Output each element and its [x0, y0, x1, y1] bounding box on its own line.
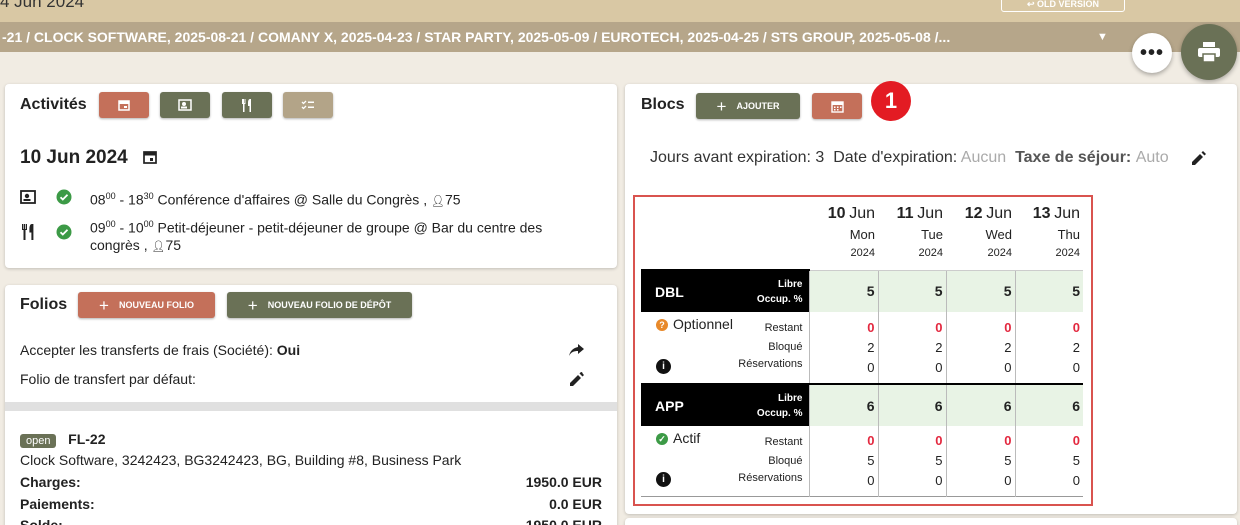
- room-status: Optionnel: [673, 316, 733, 332]
- info-icon[interactable]: i: [656, 359, 671, 374]
- top-header: 4 Jun 2024 ↩ OLD VERSION: [0, 0, 1240, 22]
- edit-icon[interactable]: [570, 372, 584, 386]
- activity-text: 0800 - 1830 Conférence d'affaires @ Sall…: [90, 191, 461, 208]
- charges-row: Charges: 1950.0 EUR: [20, 474, 602, 490]
- room-status: Actif: [673, 430, 701, 446]
- add-bloc-button[interactable]: + AJOUTER: [696, 93, 800, 119]
- presentation-icon: [178, 99, 192, 111]
- folios-title: Folios: [20, 296, 68, 313]
- new-deposit-folio-button[interactable]: + NOUVEAU FOLIO DE DÉPÔT: [227, 292, 412, 318]
- calendar-filter-button[interactable]: [99, 92, 149, 118]
- share-icon[interactable]: [569, 344, 584, 356]
- plus-icon: +: [716, 96, 727, 116]
- cutlery-icon: [242, 98, 251, 112]
- presentation-icon: [20, 190, 36, 204]
- plus-icon: +: [247, 295, 258, 315]
- room-code-cell: APP Libre Occup. %: [641, 384, 809, 426]
- checklist-icon: [301, 100, 314, 110]
- date-column: 10 Jun Mon 2024: [809, 200, 878, 271]
- old-version-button[interactable]: ↩ OLD VERSION: [1001, 0, 1125, 12]
- calendar-button[interactable]: [812, 93, 862, 119]
- edit-icon[interactable]: [1192, 151, 1206, 165]
- person-icon: 👤︎: [151, 240, 166, 253]
- activity-text: 0900 - 1000 Petit-déjeuner - petit-déjeu…: [90, 219, 543, 253]
- more-button[interactable]: •••: [1132, 33, 1172, 73]
- room-status-cell: ✓ Actif i Restant Bloqué Réservations: [641, 426, 809, 496]
- date-column: 12 Jun Wed 2024: [946, 200, 1015, 271]
- date-column: 13 Jun Thu 2024: [1015, 200, 1083, 271]
- restaurant-filter-button[interactable]: [222, 92, 272, 118]
- blocs-card-footer: [625, 518, 1237, 525]
- notification-badge: 1: [871, 81, 911, 121]
- payments-row: Paiements: 0.0 EUR: [20, 496, 602, 512]
- more-icon: •••: [1139, 41, 1164, 64]
- check-circle-icon: ✓: [656, 433, 668, 445]
- section-divider: [5, 402, 617, 411]
- check-circle-icon: [56, 224, 72, 240]
- folio-address: Clock Software, 3242423, BG3242423, BG, …: [20, 452, 462, 468]
- activities-date: 10 Jun 2024: [20, 147, 158, 169]
- header-date: 4 Jun 2024: [0, 0, 85, 11]
- new-folio-button[interactable]: + NOUVEAU FOLIO: [78, 292, 215, 318]
- activity-item[interactable]: 0900 - 1000 Petit-déjeuner - petit-déjeu…: [20, 219, 600, 258]
- cutlery-icon: [22, 224, 34, 240]
- person-icon: 👤︎: [430, 195, 445, 208]
- tasks-filter-button[interactable]: [283, 92, 333, 118]
- room-row-dbl: DBL Libre Occup. % 5 5 5 5: [641, 269, 1083, 312]
- help-icon: ?: [656, 319, 668, 331]
- folio-id: FL-22: [68, 431, 106, 447]
- default-transfer-folio: Folio de transfert par défaut:: [20, 371, 196, 387]
- plus-icon: +: [99, 295, 109, 315]
- blocs-title: Blocs: [641, 96, 685, 113]
- calendar-icon[interactable]: [142, 149, 158, 165]
- room-detail-app: ✓ Actif i Restant Bloqué Réservations 050 …: [641, 426, 1083, 496]
- expiration-info: Jours avant expiration: 3 Date d'expirat…: [650, 149, 1169, 166]
- room-detail-dbl: ? Optionnel i Restant Bloqué Réservations …: [641, 312, 1083, 384]
- accept-transfers: Accepter les transferts de frais (Sociét…: [20, 342, 301, 358]
- info-icon[interactable]: i: [656, 472, 671, 487]
- room-row-app: APP Libre Occup. % 6 6 6 6: [641, 384, 1083, 426]
- activity-item[interactable]: 0800 - 1830 Conférence d'affaires @ Sall…: [20, 189, 600, 210]
- status-badge: open: [20, 434, 57, 448]
- calendar-icon: [830, 100, 844, 113]
- room-status-cell: ? Optionnel i Restant Bloqué Réservations: [641, 312, 809, 384]
- check-circle-icon: [56, 189, 72, 205]
- printer-icon: [1198, 42, 1220, 62]
- event-breadcrumb-text[interactable]: -21 / CLOCK SOFTWARE, 2025-08-21 / COMAN…: [2, 29, 950, 45]
- date-header-row: 10 Jun Mon 2024 11 Jun Tue 2024 12 Jun Wed 202…: [641, 200, 1083, 271]
- activities-title: Activités: [20, 96, 87, 113]
- room-code-cell: DBL Libre Occup. %: [641, 269, 809, 312]
- balance-row: Solde: 1950.0 EUR: [20, 517, 602, 525]
- folio-header[interactable]: open FL-22: [20, 431, 106, 448]
- calendar-icon: [118, 100, 130, 111]
- date-column: 11 Jun Tue 2024: [878, 200, 946, 271]
- print-button[interactable]: [1181, 24, 1237, 80]
- availability-table: 10 Jun Mon 2024 11 Jun Tue 2024 12 Jun Wed 202…: [641, 200, 1083, 497]
- conference-filter-button[interactable]: [160, 92, 210, 118]
- event-breadcrumb[interactable]: -21 / CLOCK SOFTWARE, 2025-08-21 / COMAN…: [0, 22, 1240, 52]
- chevron-down-icon[interactable]: ▼: [1097, 22, 1108, 52]
